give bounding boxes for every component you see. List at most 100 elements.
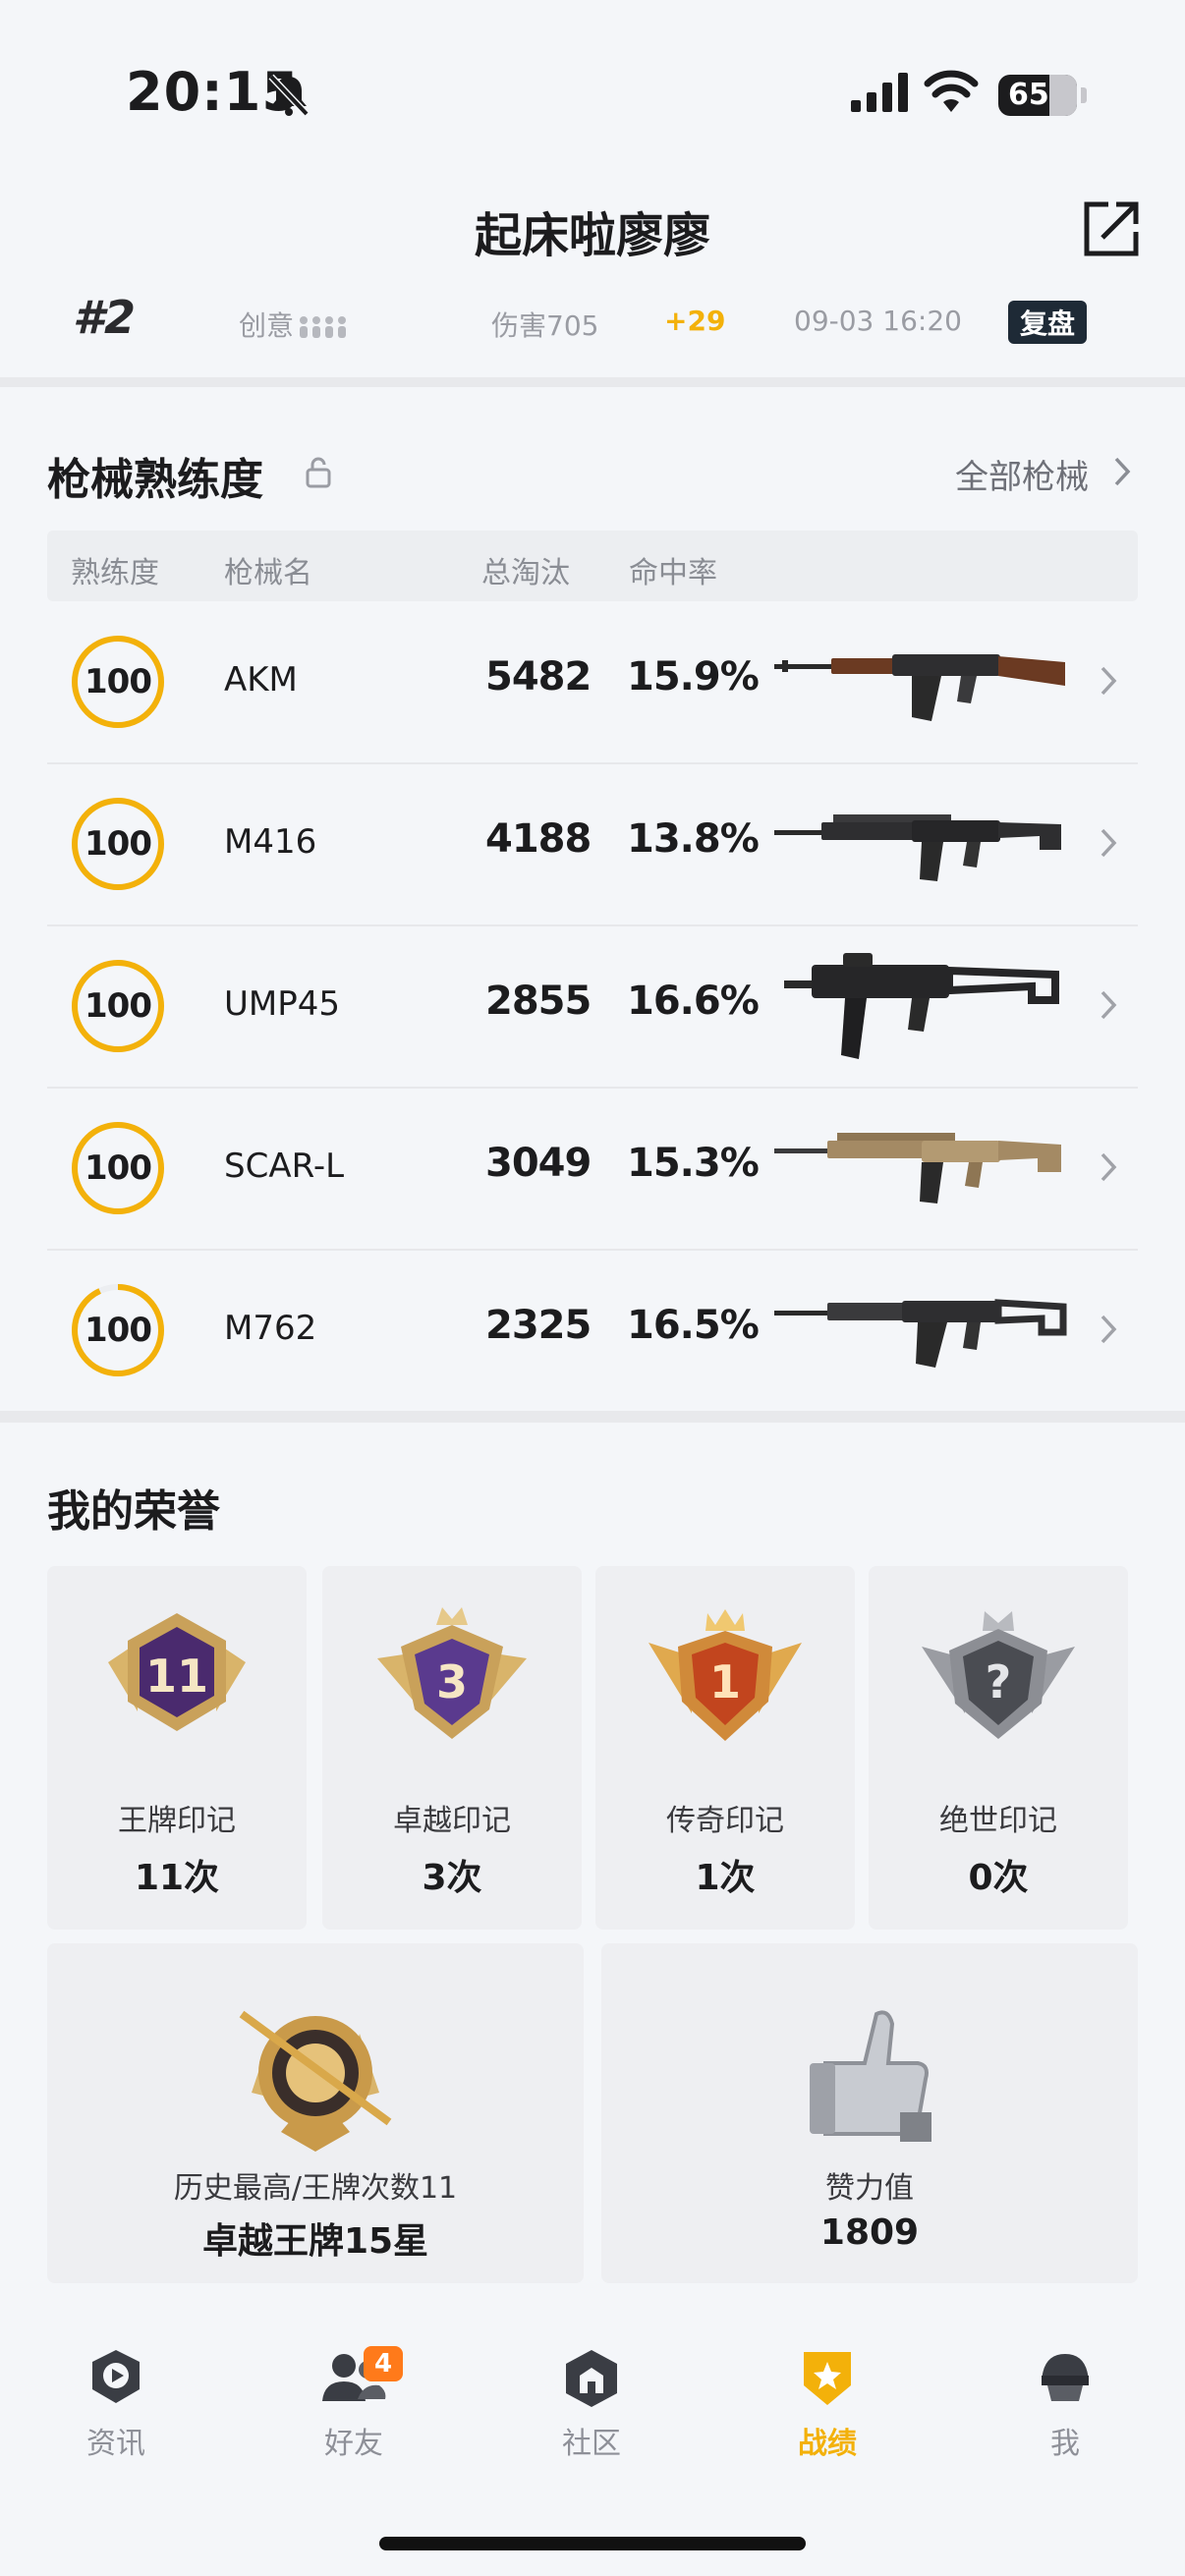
ace-mark-badge-icon: 11 xyxy=(108,1613,246,1731)
honor-name: 王牌印记 xyxy=(118,1804,236,1838)
chevron-right-icon[interactable] xyxy=(1112,455,1132,488)
col-proficiency: 熟练度 xyxy=(71,556,159,590)
weapon-accuracy: 15.9% xyxy=(627,654,760,700)
proficiency-value: 100 xyxy=(85,1311,152,1350)
battery-level: 65 xyxy=(1008,78,1049,112)
weapon-proficiency-title: 枪械熟练度 xyxy=(47,455,263,505)
weapon-kills: 5482 xyxy=(485,654,592,700)
weapon-row-m416[interactable]: 100 M416 4188 13.8% xyxy=(47,763,1138,926)
weapon-row-scar-l[interactable]: 100 SCAR-L 3049 15.3% xyxy=(47,1088,1138,1251)
weapon-accuracy: 15.3% xyxy=(627,1141,760,1186)
weapon-accuracy: 16.5% xyxy=(627,1303,760,1348)
tab-label: 社区 xyxy=(562,2427,621,2461)
akm-rifle-image xyxy=(774,654,1065,721)
badge-text: 11 xyxy=(145,1650,208,1703)
squad-icon xyxy=(300,316,347,338)
section-divider xyxy=(0,377,1185,387)
thumbs-up-icon xyxy=(810,2010,931,2142)
chevron-right-icon[interactable] xyxy=(1099,988,1118,1022)
weapon-kills: 3049 xyxy=(485,1141,592,1186)
scar-l-rifle-image xyxy=(774,1133,1061,1204)
honor-count: 3次 xyxy=(422,1858,482,1898)
weapon-kills: 2325 xyxy=(485,1303,592,1348)
chevron-right-icon[interactable] xyxy=(1099,1313,1118,1346)
honor-name: 传奇印记 xyxy=(666,1804,784,1838)
peerless-mark-badge-icon: ? xyxy=(922,1611,1075,1739)
review-button[interactable]: 复盘 xyxy=(1008,301,1088,344)
weapon-table-header: 熟练度 枪械名 总淘汰 命中率 xyxy=(47,531,1138,601)
wifi-icon xyxy=(924,70,979,112)
honor-count: 0次 xyxy=(968,1858,1029,1898)
weapon-kills: 4188 xyxy=(485,816,592,862)
best-rank-label: 历史最高/王牌次数11 xyxy=(173,2171,458,2206)
likes-value: 1809 xyxy=(819,2212,920,2253)
weapon-accuracy: 13.8% xyxy=(627,816,760,862)
status-bar: 20:15 65 xyxy=(0,0,1185,187)
community-icon xyxy=(566,2350,617,2407)
tab-community[interactable]: 社区 xyxy=(503,2346,680,2493)
proficiency-value: 100 xyxy=(85,824,152,864)
friends-notification-badge: 4 xyxy=(364,2346,403,2381)
match-mode: 创意 xyxy=(239,305,349,344)
likes-card[interactable]: 赞力值 1809 xyxy=(601,1943,1138,2283)
section-divider xyxy=(0,1411,1185,1423)
all-weapons-link[interactable]: 全部枪械 xyxy=(955,450,1089,498)
weapon-name: UMP45 xyxy=(224,984,340,1024)
weapon-name: AKM xyxy=(224,660,298,700)
lock-icon[interactable] xyxy=(305,456,332,489)
match-rating-delta: +29 xyxy=(664,305,726,337)
recent-match-row[interactable]: #2 创意 伤害705 +29 09-03 16:20 复盘 xyxy=(0,275,1185,373)
badge-text: ? xyxy=(986,1655,1012,1708)
proficiency-value: 100 xyxy=(85,986,152,1026)
tab-label: 我 xyxy=(1050,2427,1080,2461)
weapon-name: M762 xyxy=(224,1309,317,1348)
chevron-right-icon[interactable] xyxy=(1099,826,1118,860)
col-accuracy: 命中率 xyxy=(629,556,717,590)
match-rank: #2 xyxy=(73,291,137,344)
profile-icon xyxy=(1042,2354,1089,2401)
match-datetime: 09-03 16:20 xyxy=(794,305,962,337)
badge-text: 1 xyxy=(709,1655,741,1708)
honor-name: 卓越印记 xyxy=(393,1804,511,1838)
weapon-row-m762[interactable]: 100 M762 2325 16.5% xyxy=(47,1250,1138,1411)
honor-name: 绝世印记 xyxy=(939,1804,1057,1838)
cellular-signal-icon xyxy=(851,73,908,112)
excellent-mark-badge-icon: 3 xyxy=(377,1607,527,1739)
honor-card-excellent[interactable]: 3 卓越印记 3次 xyxy=(322,1566,582,1930)
weapon-kills: 2855 xyxy=(485,979,592,1024)
col-weapon-name: 枪械名 xyxy=(224,556,312,590)
proficiency-value: 100 xyxy=(85,1148,152,1188)
chevron-right-icon[interactable] xyxy=(1099,664,1118,698)
tab-profile[interactable]: 我 xyxy=(977,2346,1154,2493)
tab-label: 好友 xyxy=(324,2427,383,2461)
share-icon[interactable] xyxy=(1079,196,1144,261)
tab-news[interactable]: 资讯 xyxy=(28,2346,204,2493)
battery-tip xyxy=(1081,87,1087,103)
chevron-right-icon[interactable] xyxy=(1099,1150,1118,1184)
match-damage: 伤害705 xyxy=(491,309,599,342)
best-rank-card[interactable]: 历史最高/王牌次数11 卓越王牌15星 xyxy=(47,1943,584,2283)
best-rank-value: 卓越王牌15星 xyxy=(201,2221,429,2262)
battery-icon: 65 xyxy=(998,75,1077,116)
honor-card-ace[interactable]: 11 王牌印记 11次 xyxy=(47,1566,307,1930)
honor-card-legend[interactable]: 1 传奇印记 1次 xyxy=(595,1566,855,1930)
honor-count: 11次 xyxy=(134,1858,220,1898)
weapon-row-akm[interactable]: 100 AKM 5482 15.9% xyxy=(47,601,1138,764)
honor-card-peerless[interactable]: ? 绝世印记 0次 xyxy=(869,1566,1128,1930)
tab-friends[interactable]: 好友 xyxy=(265,2346,442,2493)
my-honors-title: 我的荣誉 xyxy=(47,1486,220,1537)
m762-rifle-image xyxy=(774,1299,1067,1368)
tab-label: 战绩 xyxy=(798,2427,857,2461)
tab-record[interactable]: 战绩 xyxy=(739,2346,916,2493)
likes-label: 赞力值 xyxy=(825,2171,914,2206)
weapon-name: SCAR-L xyxy=(224,1147,345,1186)
tab-label: 资讯 xyxy=(86,2427,145,2461)
ump45-smg-image xyxy=(784,953,1059,1059)
news-icon xyxy=(92,2350,140,2403)
legend-mark-badge-icon: 1 xyxy=(649,1609,802,1741)
weapon-row-ump45[interactable]: 100 UMP45 2855 16.6% xyxy=(47,925,1138,1089)
col-total-kills: 总淘汰 xyxy=(481,556,570,590)
ace-rank-emblem-icon xyxy=(239,2010,392,2152)
badge-text: 3 xyxy=(436,1655,468,1708)
home-indicator xyxy=(379,2537,806,2550)
